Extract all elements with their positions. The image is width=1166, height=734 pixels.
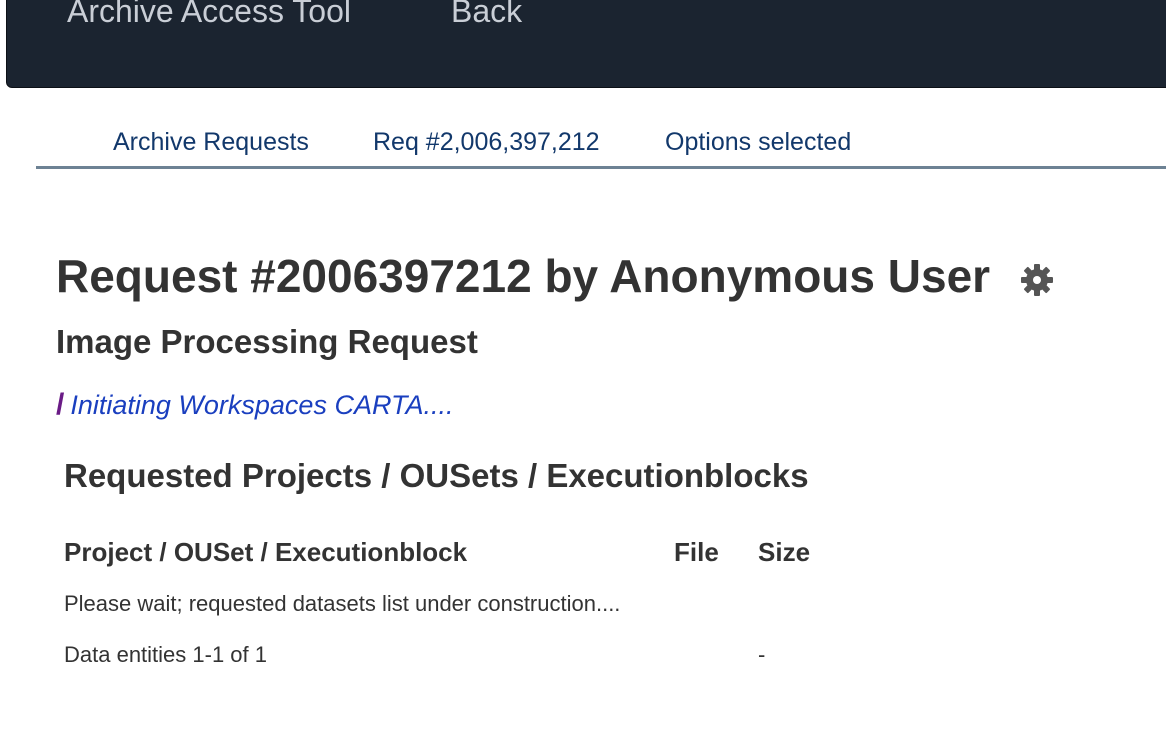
column-header-project: Project / OUSet / Executionblock xyxy=(64,537,468,567)
tab-options-selected[interactable]: Options selected xyxy=(665,126,851,158)
page-title: Request #2006397212 by Anonymous User xyxy=(56,250,991,302)
back-link[interactable]: Back xyxy=(451,0,522,31)
status-line: / Initiating Workspaces CARTA.... xyxy=(56,388,453,427)
status-message-link[interactable]: Initiating Workspaces CARTA.... xyxy=(70,390,453,420)
request-tabs: Archive Requests Req #2,006,397,212 Opti… xyxy=(36,118,1166,169)
gear-icon[interactable] xyxy=(1020,263,1054,297)
request-type-heading: Image Processing Request xyxy=(56,323,478,360)
wait-message: Please wait; requested datasets list und… xyxy=(64,591,621,616)
top-navbar: Archive Access Tool Back xyxy=(6,0,1166,88)
pagination-summary: Data entities 1-1 of 1 xyxy=(64,642,268,667)
column-header-size: Size xyxy=(758,537,811,567)
summary-size: - xyxy=(758,642,766,667)
tab-request-number[interactable]: Req #2,006,397,212 xyxy=(373,126,600,158)
spinner-icon: / xyxy=(56,388,65,421)
column-header-file: File xyxy=(674,537,719,567)
app-title-link[interactable]: Archive Access Tool xyxy=(67,0,351,31)
tab-archive-requests[interactable]: Archive Requests xyxy=(113,126,309,158)
datasets-section-title: Requested Projects / OUSets / Executionb… xyxy=(64,457,809,494)
